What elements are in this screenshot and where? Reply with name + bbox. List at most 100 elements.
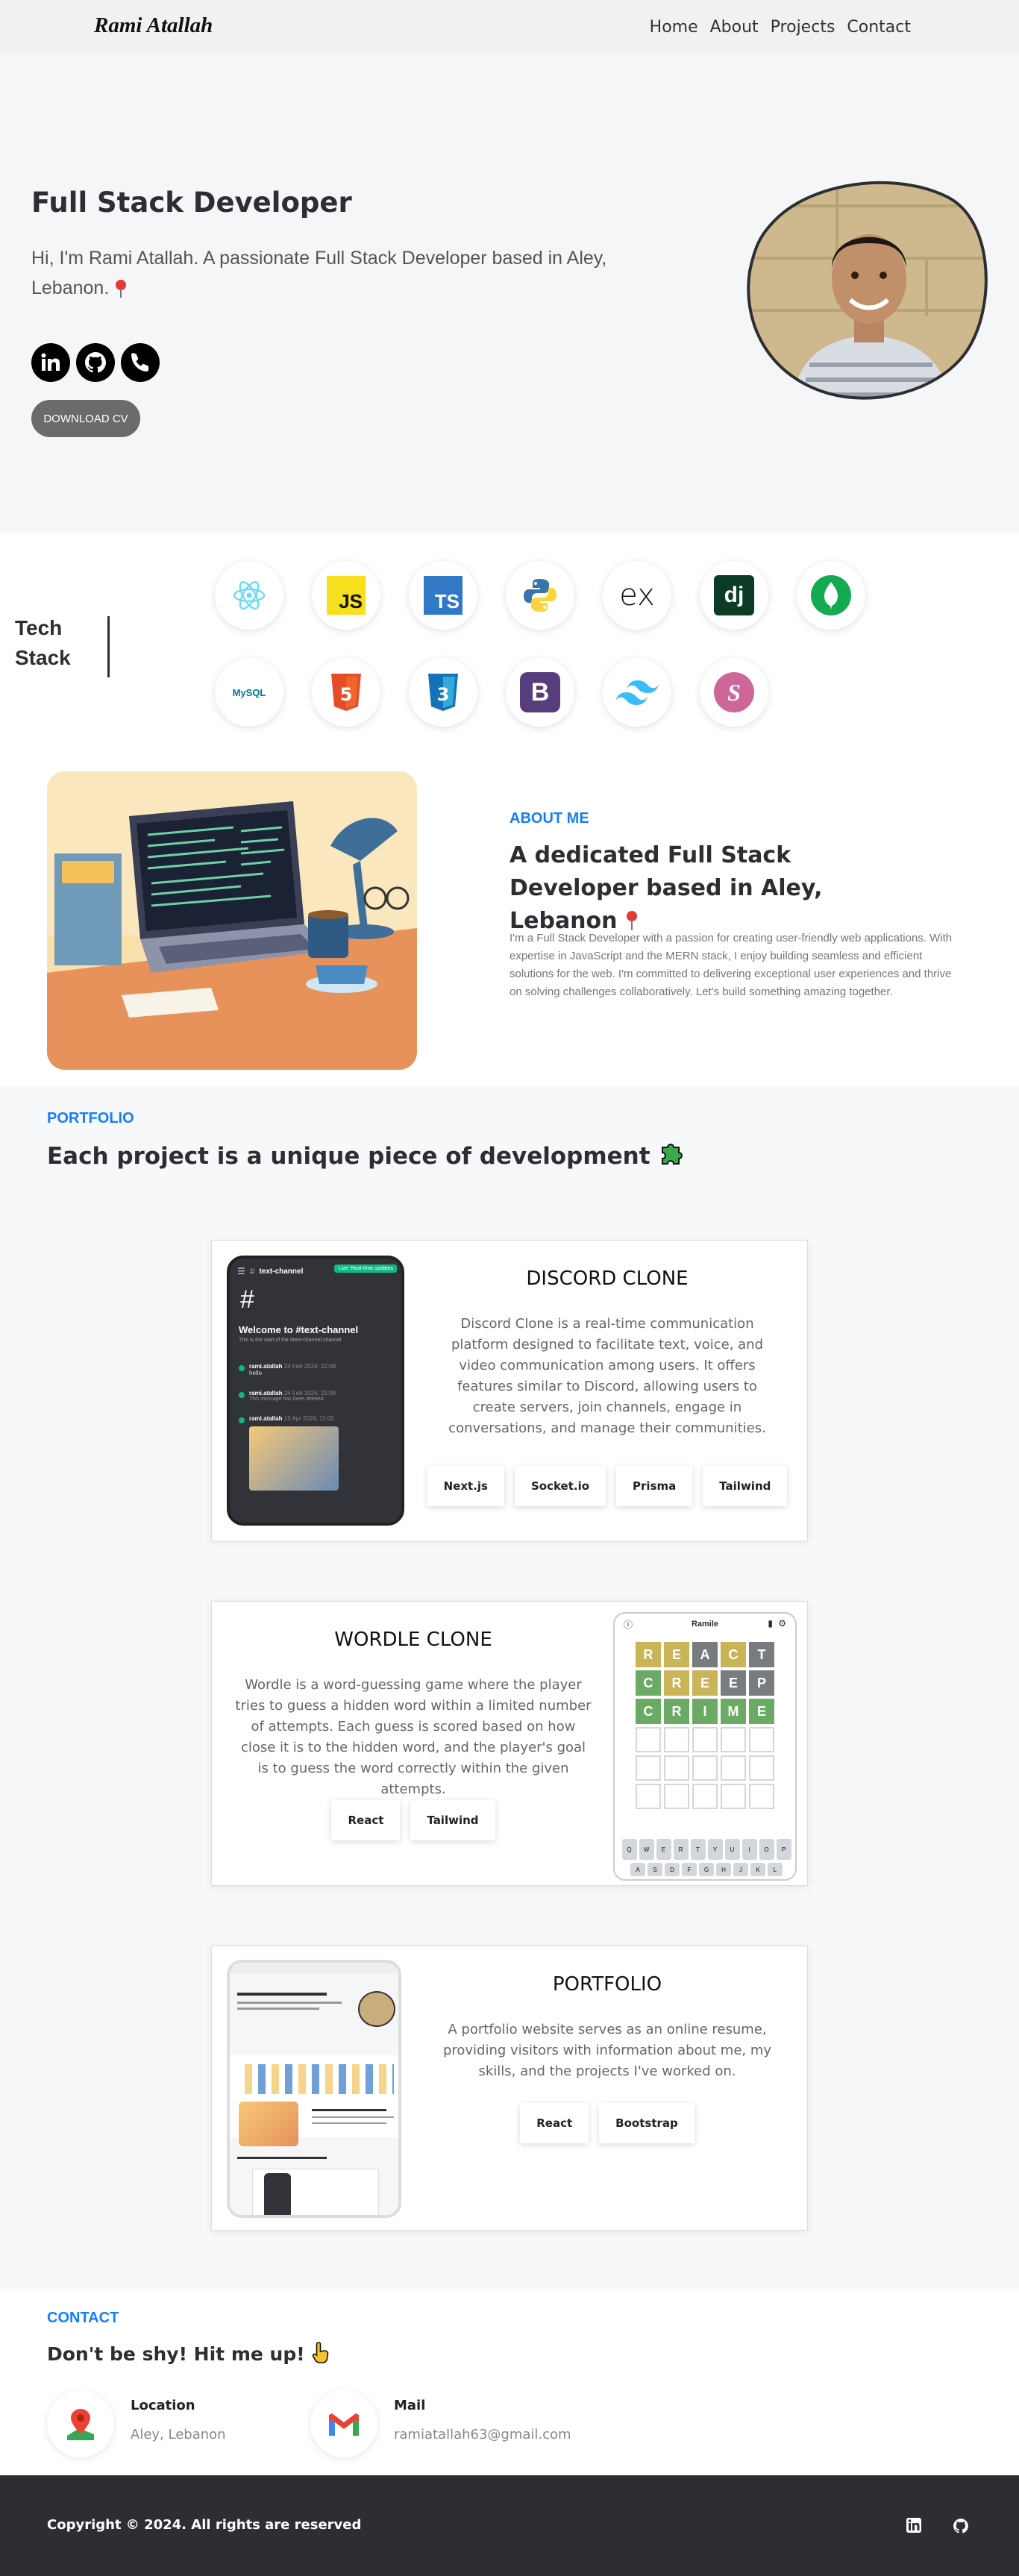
wordle-tile xyxy=(692,1727,718,1752)
keyboard-key[interactable]: H xyxy=(716,1863,731,1876)
project-card-portfolio[interactable]: PORTFOLIO A portfolio website serves as … xyxy=(211,1946,808,2231)
keyboard-key[interactable]: S xyxy=(648,1863,662,1876)
nav-link-about[interactable]: About xyxy=(710,18,759,37)
mysql-icon: MySQL xyxy=(215,658,283,727)
portfolio-title: Each project is a unique piece of develo… xyxy=(47,1140,685,1173)
welcome-subtitle: This is the start of the #text-channel c… xyxy=(239,1338,343,1343)
keyboard-key[interactable]: U xyxy=(724,1839,740,1860)
keyboard-key[interactable]: A xyxy=(630,1863,645,1876)
project-title: PORTFOLIO xyxy=(552,1973,662,1996)
wordle-tile: E xyxy=(721,1670,746,1696)
avatar xyxy=(239,1365,245,1371)
project-description: Discord Clone is a real-time communicati… xyxy=(448,1316,766,1436)
map-pin-icon xyxy=(47,2390,114,2457)
nav-link-contact[interactable]: Contact xyxy=(847,18,911,37)
keyboard-key[interactable]: P xyxy=(776,1839,791,1860)
nav-links: Home About Projects Contact xyxy=(650,18,911,37)
wordle-tile xyxy=(692,1784,718,1809)
wordle-grid: REACTCREEPCRIME xyxy=(636,1642,777,1812)
wordle-tile: R xyxy=(664,1699,689,1724)
message-list: rami.atallah 24 Feb 2024, 22:08 hello ra… xyxy=(239,1363,398,1491)
keyboard-key[interactable]: L xyxy=(768,1863,783,1876)
keyboard-key[interactable]: Y xyxy=(707,1839,723,1860)
tag-nextjs: Next.js xyxy=(427,1466,504,1506)
project-description: Wordle is a word-guessing game where the… xyxy=(235,1677,592,1797)
brand-logo[interactable]: Rami Atallah xyxy=(94,13,213,38)
express-icon: ex xyxy=(603,561,671,630)
welcome-title: Welcome to #text-channel xyxy=(239,1324,359,1335)
wordle-tile xyxy=(692,1755,718,1781)
wordle-tile: R xyxy=(636,1642,661,1667)
keyboard-key[interactable]: K xyxy=(750,1863,765,1876)
keyboard-key[interactable]: G xyxy=(699,1863,714,1876)
mail-value[interactable]: ramiatallah63@gmail.com xyxy=(394,2427,571,2442)
project-card-discord[interactable]: ☰ # text-channel Live: Real-time updates… xyxy=(211,1240,808,1541)
keyboard-key[interactable]: W xyxy=(639,1839,654,1860)
wordle-row: CRIME xyxy=(636,1699,777,1724)
portfolio-section: PORTFOLIO Each project is a unique piece… xyxy=(0,1086,1019,2289)
project-tags: Next.js Socket.io Prisma Tailwind xyxy=(427,1466,788,1506)
wordle-row: CREEP xyxy=(636,1670,777,1696)
wordle-tile xyxy=(721,1755,746,1781)
project-description: A portfolio website serves as an online … xyxy=(442,2022,772,2079)
django-icon: dj xyxy=(700,561,768,630)
settings-icon: ⚙ xyxy=(778,1618,786,1629)
github-icon[interactable] xyxy=(76,343,115,382)
javascript-icon: JS xyxy=(312,561,380,630)
tag-tailwind: Tailwind xyxy=(410,1800,495,1840)
nav-link-home[interactable]: Home xyxy=(650,18,698,37)
keyboard-key[interactable]: F xyxy=(682,1863,697,1876)
html5-icon-text: 5 xyxy=(340,684,353,705)
keyboard-key[interactable]: I xyxy=(741,1839,757,1860)
pointing-hand-icon xyxy=(311,2341,330,2368)
keyboard-key[interactable]: T xyxy=(690,1839,706,1860)
keyboard-key[interactable]: Q xyxy=(621,1839,637,1860)
about-title: A dedicated Full Stack Developer based i… xyxy=(510,839,927,941)
tech-stack-label: Tech Stack xyxy=(15,616,71,669)
tag-prisma: Prisma xyxy=(616,1466,693,1506)
wordle-tile: M xyxy=(721,1699,746,1724)
tailwind-icon xyxy=(603,658,671,727)
linkedin-icon[interactable] xyxy=(906,2517,922,2539)
tag-react: React xyxy=(331,1800,401,1840)
project-title: WORDLE CLONE xyxy=(334,1629,492,1651)
wordle-tile: E xyxy=(749,1699,774,1724)
wordle-tile: R xyxy=(664,1670,689,1696)
keyboard-key[interactable]: E xyxy=(656,1839,671,1860)
tag-socketio: Socket.io xyxy=(514,1466,606,1506)
avatar xyxy=(239,1417,245,1423)
wordle-tile: A xyxy=(692,1642,718,1667)
keyboard-key[interactable]: D xyxy=(665,1863,680,1876)
wordle-tile xyxy=(749,1755,774,1781)
message-item: rami.atallah 24 Feb 2024, 22:08 This mes… xyxy=(239,1390,398,1402)
bootstrap-icon: B xyxy=(506,658,574,727)
phone-icon[interactable] xyxy=(121,343,160,382)
location-value: Aley, Lebanon xyxy=(131,2427,226,2442)
keyboard-key[interactable]: R xyxy=(673,1839,689,1860)
hero-section: Full Stack Developer Hi, I'm Rami Atalla… xyxy=(0,55,1019,533)
keyboard-key[interactable]: J xyxy=(733,1863,748,1876)
tech-stack-grid: JS TS ex dj MySQL 5 3 B S xyxy=(215,561,953,727)
download-cv-button[interactable]: DOWNLOAD CV xyxy=(31,400,140,437)
footer-social-links xyxy=(906,2517,970,2539)
nav-link-projects[interactable]: Projects xyxy=(771,18,835,37)
channel-hash-icon: # xyxy=(240,1285,254,1314)
tag-tailwind: Tailwind xyxy=(703,1466,788,1506)
wordle-row xyxy=(636,1727,777,1752)
linkedin-icon[interactable] xyxy=(31,343,70,382)
wordle-tile xyxy=(636,1784,661,1809)
wordle-tile xyxy=(721,1784,746,1809)
github-icon[interactable] xyxy=(952,2517,970,2539)
info-icon: ⓘ xyxy=(624,1620,633,1630)
copyright-text: Copyright © 2024. All rights are reserve… xyxy=(47,2517,362,2533)
pin-icon xyxy=(114,278,128,307)
social-links xyxy=(31,343,160,382)
keyboard-key[interactable]: O xyxy=(759,1839,774,1860)
wordle-tile: E xyxy=(692,1670,718,1696)
puzzle-icon xyxy=(658,1140,685,1173)
sass-icon: S xyxy=(700,658,768,727)
discord-preview: ☰ # text-channel Live: Real-time updates… xyxy=(227,1256,404,1526)
project-card-wordle[interactable]: WORDLE CLONE Wordle is a word-guessing g… xyxy=(211,1601,808,1886)
wordle-keyboard: QWERTYUIOP ASDFGHJKL xyxy=(619,1839,794,1879)
gmail-icon[interactable] xyxy=(310,2390,377,2457)
